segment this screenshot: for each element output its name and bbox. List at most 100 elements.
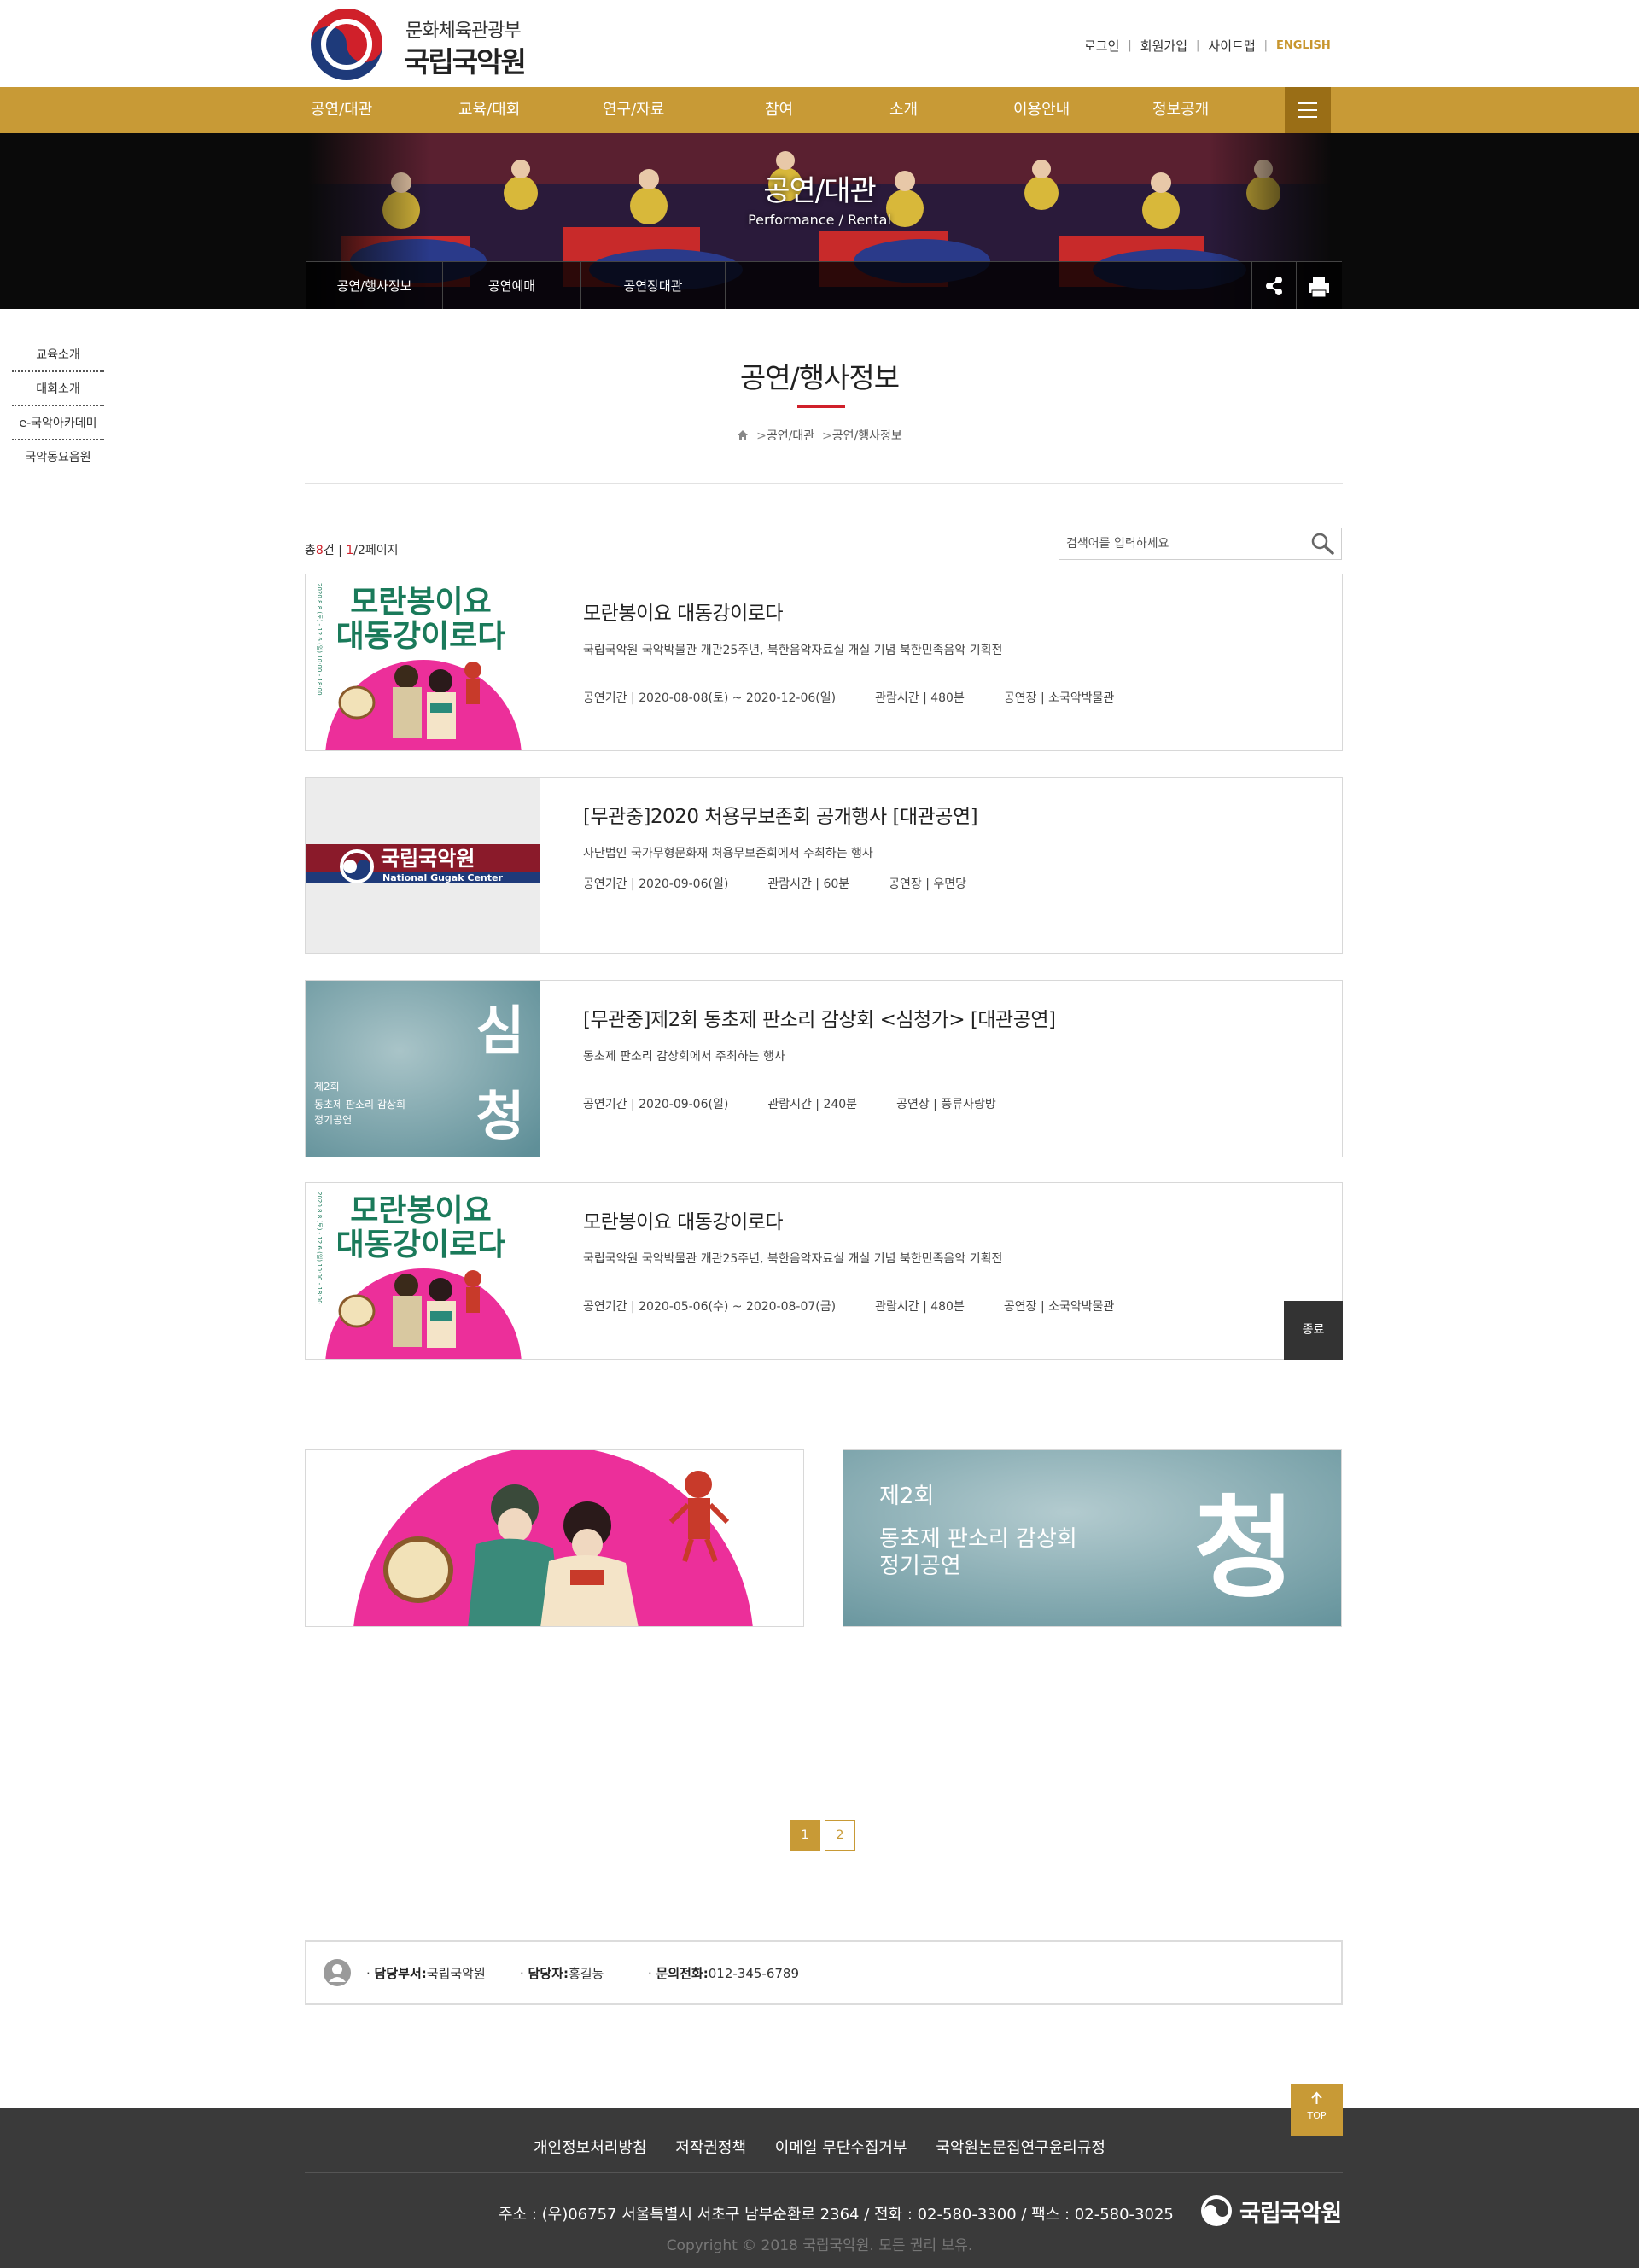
promo-banner-right[interactable]: 제2회 동초제 판소리 감상회 정기공연 청: [843, 1449, 1342, 1627]
side-item-children-songs[interactable]: 국악동요음원: [12, 440, 104, 475]
event-item[interactable]: 국립국악원 National Gugak Center [무관중]2020 처용…: [305, 777, 1343, 954]
event-item[interactable]: 모란봉이요 대동강이로다 2020.8.8.(토) - 12.6.(일) 10:…: [305, 1182, 1343, 1360]
sub-visual: 공연/대관 Performance / Rental 공연/행사정보 공연예매 …: [0, 133, 1639, 309]
contact-person: · 담당자:홍길동: [520, 1966, 604, 1981]
event-venue: 공연장 | 소국악박물관: [1003, 691, 1115, 705]
copyright-policy-link[interactable]: 저작권정책: [675, 2139, 746, 2157]
nav-performance[interactable]: 공연/대관: [311, 87, 372, 133]
sub-nav: 공연/행사정보 공연예매 공연장대관: [306, 261, 1342, 309]
privacy-policy-link[interactable]: 개인정보처리방침: [534, 2139, 646, 2157]
title-underline: [797, 405, 845, 408]
breadcrumb: >공연/대관 >공연/행사정보: [0, 427, 1639, 444]
org-name[interactable]: 국립국악원: [404, 39, 527, 80]
count-label: 총: [305, 544, 316, 557]
nav-about[interactable]: 소개: [889, 87, 918, 133]
breadcrumb-item[interactable]: 공연/행사정보: [832, 429, 902, 443]
page-title: 공연/행사정보: [739, 361, 900, 394]
event-item[interactable]: 심 청 제2회 동초제 판소리 감상회 정기공연 [무관중]제2회 동초제 판소…: [305, 980, 1343, 1157]
nav-education[interactable]: 교육/대회: [458, 87, 520, 133]
poster-big-char: 청: [475, 1085, 524, 1147]
print-icon[interactable]: [1296, 262, 1340, 309]
nav-participation[interactable]: 참여: [765, 87, 793, 133]
event-meta: 공연기간 | 2020-09-06(일) 관람시간 | 60분 공연장 | 우면당: [583, 875, 1006, 892]
research-ethics-link[interactable]: 국악원논문집연구윤리규정: [936, 2139, 1105, 2157]
english-link[interactable]: ENGLISH: [1276, 39, 1331, 52]
subnav-performance-info[interactable]: 공연/행사정보: [306, 262, 442, 309]
user-icon: [324, 1959, 351, 1986]
event-item[interactable]: 모란봉이요 대동강이로다 2020.8.8.(토) - 12.6.(일) 10:…: [305, 574, 1343, 751]
event-poster: 모란봉이요 대동강이로다 2020.8.8.(토) - 12.6.(일) 10:…: [306, 574, 540, 750]
poster-date: 2020.8.8.(토) - 12.6.(일) 10:00 - 18:00: [316, 583, 324, 696]
join-link[interactable]: 회원가입: [1140, 37, 1187, 55]
sitemap-link[interactable]: 사이트맵: [1208, 37, 1255, 55]
promo-banner-left[interactable]: [305, 1449, 804, 1627]
event-title[interactable]: 모란봉이요 대동강이로다: [583, 1205, 784, 1234]
event-description: 국립국악원 국악박물관 개관25주년, 북한음악자료실 개실 기념 북한민족음악…: [583, 1252, 1003, 1266]
result-count: 총8건 | 1/2페이지: [305, 544, 399, 557]
subnav-booking[interactable]: 공연예매: [442, 262, 580, 309]
visual-subtitle: Performance / Rental: [748, 212, 891, 228]
home-icon[interactable]: [737, 429, 749, 440]
footer-logo-text: 국립국악원: [1239, 2200, 1342, 2227]
nav-disclosure[interactable]: 정보공개: [1152, 87, 1209, 133]
search-input[interactable]: [1066, 528, 1297, 559]
poster-big-char: 심: [475, 1000, 524, 1062]
banner-line: 동초제 판소리 감상회: [879, 1526, 1077, 1552]
poster-line: 동초제 판소리 감상회: [314, 1099, 405, 1111]
event-period: 공연기간 | 2020-08-08(토) ~ 2020-12-06(일): [583, 691, 837, 705]
event-runtime: 관람시간 | 480분: [875, 1300, 965, 1314]
menu-hamburger-icon[interactable]: [1285, 87, 1331, 133]
event-poster: 국립국악원 National Gugak Center: [306, 778, 540, 953]
main-nav: 공연/대관 교육/대회 연구/자료 참여 소개 이용안내 정보공개: [0, 87, 1639, 133]
count-unit: 건: [323, 544, 335, 557]
event-poster: 심 청 제2회 동초제 판소리 감상회 정기공연: [306, 981, 540, 1157]
share-icon[interactable]: [1251, 262, 1296, 309]
nav-guide[interactable]: 이용안내: [1013, 87, 1070, 133]
email-refusal-link[interactable]: 이메일 무단수집거부: [775, 2139, 907, 2157]
page-2-button[interactable]: 2: [825, 1820, 855, 1851]
event-period: 공연기간 | 2020-09-06(일): [583, 1098, 729, 1111]
divider: |: [1263, 39, 1268, 52]
site-footer: 개인정보처리방침 저작권정책 이메일 무단수집거부 국악원논문집연구윤리규정 주…: [0, 2108, 1639, 2268]
taegeuk-logo-icon[interactable]: [309, 7, 384, 82]
logo-text-en: National Gugak Center: [382, 872, 503, 883]
page-total: /2: [353, 544, 365, 557]
breadcrumb-sep: >: [818, 429, 832, 443]
poster-title-line: 대동강이로다: [336, 1227, 506, 1262]
event-venue: 공연장 | 풍류사랑방: [896, 1098, 996, 1111]
page-1-button[interactable]: 1: [790, 1820, 820, 1851]
event-runtime: 관람시간 | 240분: [767, 1098, 858, 1111]
count-value: 8: [315, 544, 324, 557]
arrow-up-icon: [1311, 2091, 1322, 2104]
banner-big-char: 청: [1193, 1484, 1296, 1613]
event-title[interactable]: [무관중]제2회 동초제 판소리 감상회 <심청가> [대관공연]: [583, 1003, 1056, 1032]
divider: |: [1128, 39, 1132, 52]
phone-value: 012-345-6789: [708, 1966, 800, 1981]
subnav-rental[interactable]: 공연장대관: [580, 262, 726, 309]
event-title[interactable]: [무관중]2020 처용무보존회 공개행사 [대관공연]: [583, 800, 978, 829]
poster-date: 2020.8.8.(토) - 12.6.(일) 10:00 - 18:00: [316, 1192, 324, 1304]
divider: |: [1196, 39, 1200, 52]
event-description: 동초제 판소리 감상회에서 주최하는 행사: [583, 1050, 785, 1064]
footer-address: 주소 : (우)06757 서울특별시 서초구 남부순환로 2364 / 전화 …: [499, 2206, 1174, 2224]
site-header: 문화체육관광부 국립국악원 로그인 | 회원가입 | 사이트맵 | ENGLIS…: [0, 0, 1639, 87]
nav-research[interactable]: 연구/자료: [603, 87, 664, 133]
banner-line: 정기공연: [879, 1554, 961, 1579]
divider: [305, 2172, 1343, 2173]
event-title[interactable]: 모란봉이요 대동강이로다: [583, 597, 784, 626]
login-link[interactable]: 로그인: [1084, 37, 1119, 55]
banner-line: 제2회: [879, 1484, 934, 1509]
person-label: 담당자:: [528, 1966, 569, 1981]
page-unit: 페이지: [365, 544, 399, 557]
breadcrumb-item[interactable]: 공연/대관: [767, 429, 814, 443]
poster-title-line: 모란봉이요: [350, 1193, 492, 1228]
poster-title-line: 모란봉이요: [350, 585, 492, 620]
footer-logo[interactable]: 국립국악원: [1200, 2194, 1342, 2228]
event-poster: 모란봉이요 대동강이로다 2020.8.8.(토) - 12.6.(일) 10:…: [306, 1183, 540, 1359]
poster-title-line: 대동강이로다: [336, 619, 506, 654]
event-venue: 공연장 | 소국악박물관: [1003, 1300, 1115, 1314]
contact-info: · 담당부서:국립국악원 · 담당자:홍길동 · 문의전화:012-345-67…: [305, 1940, 1343, 2005]
scroll-top-button[interactable]: TOP: [1291, 2084, 1343, 2136]
search-icon[interactable]: [1307, 531, 1338, 557]
visual-title: 공연/대관: [763, 174, 877, 208]
